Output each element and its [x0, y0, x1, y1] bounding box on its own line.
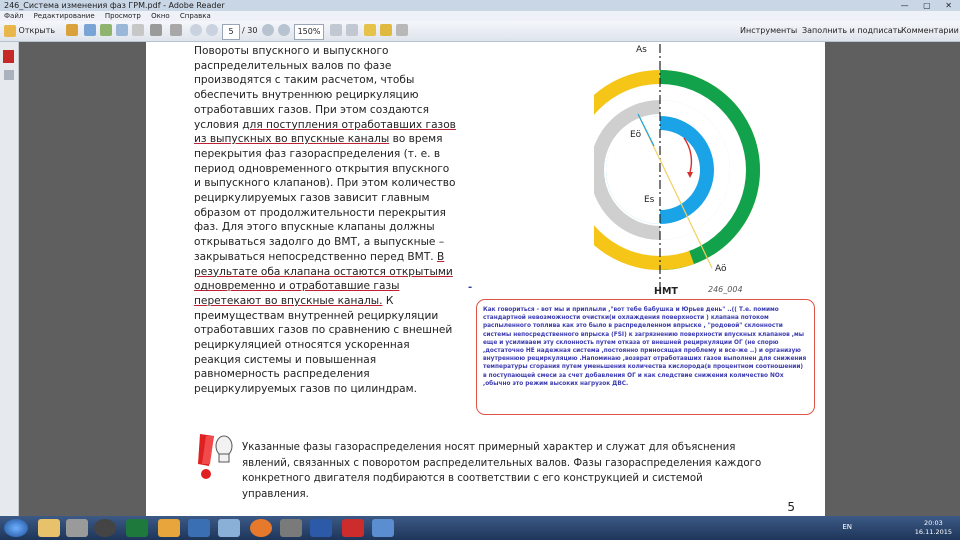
explorer-icon[interactable]: [38, 519, 60, 537]
email-send-icon[interactable]: [170, 24, 182, 36]
zoom-select[interactable]: 150%: [294, 24, 324, 40]
sign-icon[interactable]: [396, 24, 408, 36]
fit-page-icon[interactable]: [330, 24, 342, 36]
comments-button[interactable]: Комментарии: [901, 24, 959, 38]
page-number-input[interactable]: 5: [222, 24, 240, 40]
comment-box[interactable]: Как говориться - вот мы и приплыли ,"вот…: [476, 299, 815, 415]
warning-icon: [198, 434, 233, 479]
label-as: As: [636, 45, 647, 55]
window-controls[interactable]: — ▢ ✕: [901, 0, 958, 11]
folder-icon: [4, 24, 16, 37]
create-icon[interactable]: [66, 24, 78, 36]
fill-sign-button[interactable]: Заполнить и подписать: [802, 24, 902, 38]
figure-id: 246_004: [708, 285, 743, 294]
label-es: Es: [644, 195, 655, 205]
menu-window[interactable]: Окно: [151, 12, 170, 20]
clock-time: 20:03: [924, 519, 943, 527]
title-bar: 246_Система изменения фаз ГРМ.pdf - Adob…: [0, 0, 960, 11]
cloud-icon[interactable]: [116, 24, 128, 36]
app-icon-1[interactable]: [66, 519, 88, 537]
menu-file[interactable]: Файл: [4, 12, 23, 20]
firefox-icon[interactable]: [250, 519, 272, 537]
app-icon-6[interactable]: [280, 519, 302, 537]
attachments-icon[interactable]: [4, 70, 14, 80]
zoom-in-icon[interactable]: [278, 24, 290, 36]
upload-icon[interactable]: [100, 24, 112, 36]
navigation-pane: [0, 42, 19, 516]
app-icon-7[interactable]: [372, 519, 394, 537]
page-number: 5: [787, 500, 795, 514]
page-total: / 30: [242, 26, 258, 35]
note-text: Указанные фазы газораспределения носят п…: [242, 442, 762, 500]
excel-icon[interactable]: [126, 519, 148, 537]
print-icon[interactable]: [150, 24, 162, 36]
next-page-icon[interactable]: [206, 24, 218, 36]
comment-anchor[interactable]: -: [468, 282, 472, 293]
fit-width-icon[interactable]: [346, 24, 358, 36]
menu-help[interactable]: Справка: [180, 12, 211, 20]
zoom-out-icon[interactable]: [262, 24, 274, 36]
taskbar: EN 20:03 16.11.2015: [0, 516, 960, 540]
save-icon[interactable]: [84, 24, 96, 36]
open-button[interactable]: Открыть: [4, 24, 55, 38]
label-nmt: НМТ: [654, 286, 678, 297]
clock-date: 16.11.2015: [914, 528, 952, 536]
language-indicator[interactable]: EN: [842, 523, 852, 531]
highlight-icon[interactable]: [380, 24, 392, 36]
menu-bar: Файл Редактирование Просмотр Окно Справк…: [0, 11, 960, 21]
menu-edit[interactable]: Редактирование: [34, 12, 95, 20]
comment-text: Как говориться - вот мы и приплыли ,"вот…: [483, 307, 807, 387]
valve-timing-diagram: As Eö Es Aö НМТ 246_004: [594, 44, 760, 297]
comment-icon[interactable]: [364, 24, 376, 36]
adobe-reader-icon[interactable]: [342, 519, 364, 537]
app-icon-5[interactable]: [218, 519, 240, 537]
pdf-page: Повороты впускного и выпускного распреде…: [146, 42, 825, 516]
start-button[interactable]: [4, 519, 28, 537]
label-ao: Aö: [715, 264, 727, 274]
label-eo: Eö: [630, 130, 642, 140]
email-icon[interactable]: [132, 24, 144, 36]
app-icon-2[interactable]: [94, 519, 116, 537]
toolbar: Открыть 5 / 30 150% Инструменты Заполнит…: [0, 21, 960, 42]
word-icon[interactable]: [310, 519, 332, 537]
menu-view[interactable]: Просмотр: [105, 12, 141, 20]
tools-button[interactable]: Инструменты: [740, 24, 797, 38]
body-text: Повороты впускного и выпускного распреде…: [194, 45, 456, 396]
clock[interactable]: 20:03 16.11.2015: [915, 519, 952, 537]
app-icon-3[interactable]: [158, 519, 180, 537]
window-title: 246_Система изменения фаз ГРМ.pdf - Adob…: [4, 1, 225, 10]
prev-page-icon[interactable]: [190, 24, 202, 36]
app-icon-4[interactable]: [188, 519, 210, 537]
pdf-pages-icon[interactable]: [3, 50, 14, 63]
